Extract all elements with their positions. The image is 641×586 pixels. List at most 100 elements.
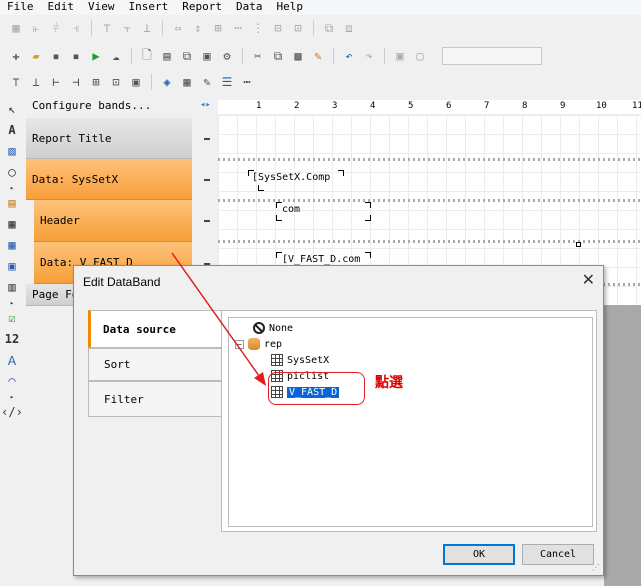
align-top-icon[interactable]: ⊤ <box>99 20 115 36</box>
collapse-icon[interactable]: − <box>235 339 244 349</box>
same-width-icon[interactable]: ⇔ <box>170 20 186 36</box>
data-source-tree[interactable]: None − rep SysSetX piclist V_FAST_D <box>228 317 593 527</box>
menu-insert[interactable]: Insert <box>122 0 176 15</box>
page-settings-icon[interactable]: ⚙ <box>219 48 235 64</box>
new-icon[interactable]: ✚ <box>8 48 24 64</box>
ruler-toggle-icon[interactable]: ◂▸ <box>200 100 211 110</box>
matrix-object-icon[interactable]: ▦ <box>4 236 20 254</box>
group-icon[interactable]: ▣ <box>392 48 408 64</box>
border-none-icon[interactable]: ⊡ <box>108 74 124 90</box>
copy-icon[interactable]: ⧉ <box>270 48 286 64</box>
rich-text-object-icon[interactable]: Ａ <box>4 351 20 369</box>
fill-pattern-icon[interactable]: ▦ <box>179 74 195 90</box>
text-field-com[interactable]: com <box>282 204 300 215</box>
align-grid-icon[interactable]: ▦ <box>8 20 24 36</box>
ruler-number: 10 <box>596 101 607 111</box>
menu-help[interactable]: Help <box>270 0 311 15</box>
open-icon[interactable]: ▰ <box>28 48 44 64</box>
tab-data-source[interactable]: Data source <box>88 310 223 348</box>
cloud-icon[interactable]: ☁ <box>108 48 124 64</box>
ungroup-icon[interactable]: ▢ <box>412 48 428 64</box>
redo-icon[interactable]: ↷ <box>361 48 377 64</box>
cancel-button[interactable]: Cancel <box>522 544 594 565</box>
delete-page-icon[interactable]: ▣ <box>199 48 215 64</box>
horizontal-ruler: 1 2 3 4 5 6 7 8 9 10 11 <box>218 100 641 114</box>
configure-bands-link[interactable]: Configure bands... <box>26 96 192 116</box>
cut-icon[interactable]: ✂ <box>250 48 266 64</box>
menu-edit[interactable]: Edit <box>41 0 82 15</box>
line-color-icon[interactable]: ✎ <box>199 74 215 90</box>
border-left-icon[interactable]: ⊢ <box>48 74 64 90</box>
html-object-icon[interactable]: ‹/› <box>1 403 23 421</box>
close-icon[interactable]: ✕ <box>582 270 595 290</box>
spacing-v-icon[interactable]: ⋮ <box>250 20 266 36</box>
same-size-icon[interactable]: ⊞ <box>210 20 226 36</box>
ruler-number: 5 <box>408 101 414 111</box>
bring-front-icon[interactable]: ⧉ <box>321 20 337 36</box>
save-icon[interactable]: ▪ <box>48 48 64 64</box>
band-data-syssetx[interactable]: Data: SysSetX <box>26 159 192 200</box>
picture-object-icon[interactable]: ▨ <box>4 142 20 160</box>
paste-icon[interactable]: ▩ <box>290 48 306 64</box>
table-object-icon[interactable]: ▦ <box>4 215 20 233</box>
border-top-icon[interactable]: ⊤ <box>8 74 24 90</box>
chart-object-icon[interactable]: ▣ <box>4 257 20 275</box>
spacing-h-icon[interactable]: ⋯ <box>230 20 246 36</box>
gauge-object-icon[interactable]: ◠ <box>4 372 20 390</box>
barcode-object-icon[interactable]: ▥ <box>4 278 20 296</box>
border-bottom-icon[interactable]: ⊥ <box>28 74 44 90</box>
pointer-icon[interactable]: ↖ <box>4 100 20 118</box>
expand-arrow-icon[interactable]: ▸ <box>4 393 20 401</box>
checkbox-object-icon[interactable]: ☑ <box>4 309 20 327</box>
fill-color-icon[interactable]: ◈ <box>159 74 175 90</box>
tab-label: Data source <box>103 322 176 336</box>
ok-button[interactable]: OK <box>443 544 515 565</box>
align-bottom-icon[interactable]: ⊥ <box>139 20 155 36</box>
new-dialog-icon[interactable]: ▤ <box>159 48 175 64</box>
gutter-mark <box>204 138 210 140</box>
tree-item-syssetx[interactable]: SysSetX <box>271 354 329 366</box>
align-center-icon[interactable]: ⫩ <box>48 20 64 36</box>
expand-arrow-icon[interactable]: ▸ <box>4 184 20 192</box>
border-outline-icon[interactable]: ▣ <box>128 74 144 90</box>
expand-arrow-icon[interactable]: ▸ <box>4 299 20 307</box>
same-height-icon[interactable]: ⇕ <box>190 20 206 36</box>
send-back-icon[interactable]: ⧈ <box>341 20 357 36</box>
save-all-icon[interactable]: ▪ <box>68 48 84 64</box>
tab-filter[interactable]: Filter <box>88 381 222 417</box>
line-width-icon[interactable]: ☰ <box>219 74 235 90</box>
border-all-icon[interactable]: ⊞ <box>88 74 104 90</box>
resize-handle[interactable] <box>576 242 581 247</box>
run-icon[interactable]: ▶ <box>88 48 104 64</box>
align-middle-icon[interactable]: ⫟ <box>119 20 135 36</box>
text-field-vfast[interactable]: [V_FAST_D.com <box>282 254 360 265</box>
align-right-icon[interactable]: ⫣ <box>68 20 84 36</box>
menu-data[interactable]: Data <box>229 0 270 15</box>
format-painter-icon[interactable]: ✎ <box>310 48 326 64</box>
edit-databand-dialog: Edit DataBand ✕ Data source Sort Filter … <box>73 265 604 576</box>
center-h-icon[interactable]: ⊟ <box>270 20 286 36</box>
line-style-icon[interactable]: ┅ <box>239 74 255 90</box>
tab-sort[interactable]: Sort <box>88 348 222 381</box>
menu-report[interactable]: Report <box>175 0 229 15</box>
menu-file[interactable]: File <box>0 0 41 15</box>
border-right-icon[interactable]: ⊣ <box>68 74 84 90</box>
text-field-syssetx[interactable]: [SysSetX.Comp <box>252 172 330 183</box>
menu-view[interactable]: View <box>81 0 122 15</box>
align-left-icon[interactable]: ⫦ <box>28 20 44 36</box>
text-object-icon[interactable]: A <box>4 121 20 139</box>
tree-item-rep[interactable]: − rep <box>235 338 282 350</box>
band-header[interactable]: Header <box>34 200 192 242</box>
band-report-title[interactable]: Report Title <box>26 118 192 159</box>
toolbar-dropdown-box[interactable] <box>442 47 542 65</box>
tree-item-none[interactable]: None <box>253 322 293 334</box>
resize-grip-icon[interactable]: ⋰ <box>592 563 600 572</box>
new-page-icon[interactable]: 🗋 <box>139 48 155 64</box>
undo-icon[interactable]: ↶ <box>341 48 357 64</box>
subreport-icon[interactable]: ▤ <box>4 194 20 212</box>
copy-page-icon[interactable]: ⧉ <box>179 48 195 64</box>
shape-object-icon[interactable]: ◯ <box>4 163 20 181</box>
tree-item-label: rep <box>264 338 283 350</box>
number-object-icon[interactable]: 12 <box>4 330 20 348</box>
center-v-icon[interactable]: ⊡ <box>290 20 306 36</box>
